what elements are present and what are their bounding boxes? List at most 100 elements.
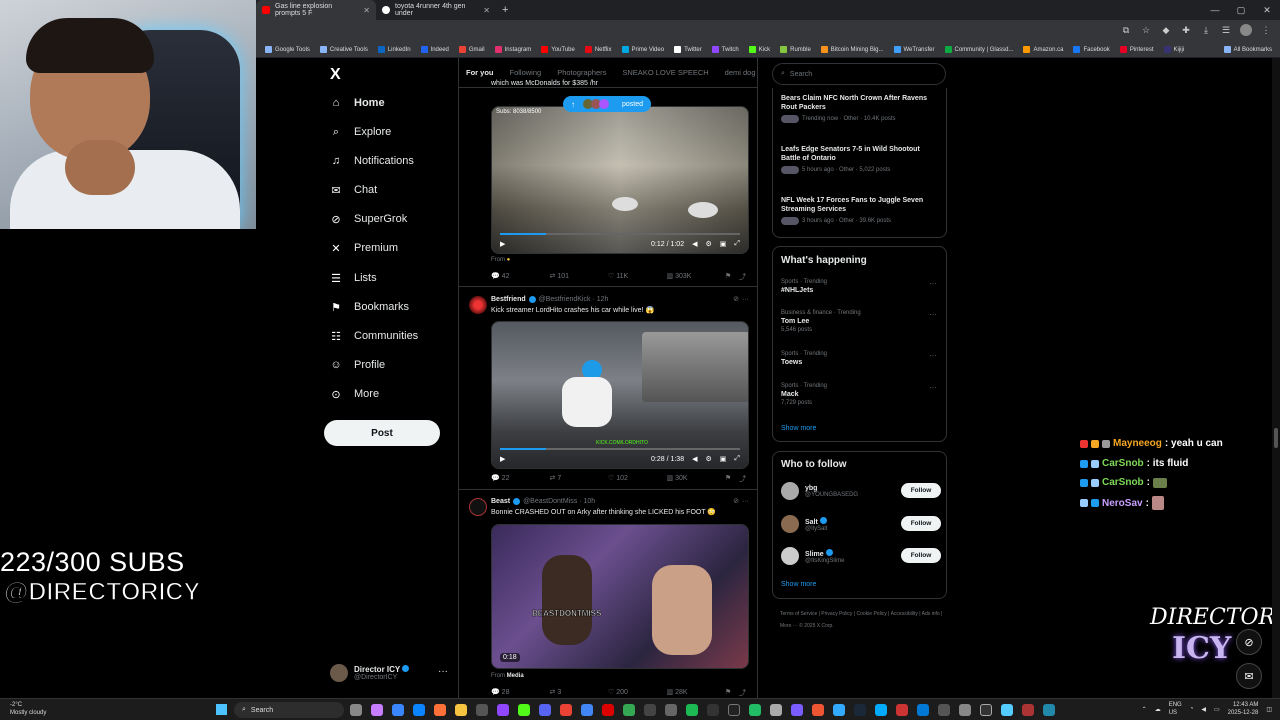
bookmark-link[interactable]: Twitch <box>707 46 744 53</box>
volume-icon[interactable]: ◀ <box>692 455 697 463</box>
repost-button[interactable]: ⇄ 3 <box>550 688 609 698</box>
play-icon[interactable]: ▶ <box>500 455 505 463</box>
app-icon[interactable] <box>665 704 677 716</box>
nav-home[interactable]: ⌂ Home <box>330 97 385 109</box>
follow-button[interactable]: Follow <box>901 483 941 498</box>
bookmark-folder[interactable]: Creative Tools <box>315 46 373 53</box>
trend-item[interactable]: Sports · Trending #NHLJets ··· <box>781 279 941 294</box>
grok-icon[interactable]: ⊘ <box>1236 629 1262 655</box>
app-icon[interactable] <box>476 704 488 716</box>
repost-button[interactable]: ⇄ 7 <box>550 474 609 484</box>
close-tab-icon[interactable]: ✕ <box>363 6 370 15</box>
reply-button[interactable]: 💬 28 <box>491 688 550 698</box>
app-icon[interactable] <box>644 704 656 716</box>
language-indicator[interactable]: ENG US <box>1169 701 1182 717</box>
bookmark-link[interactable]: Indeed <box>416 46 454 53</box>
nav-explore[interactable]: ⌕ Explore <box>330 126 391 139</box>
tweet-video[interactable]: BEASTDONTMISS 0:18 <box>491 524 749 669</box>
x-app-icon[interactable] <box>938 704 950 716</box>
browser-tab[interactable]: toyota 4runner 4th gen under ✕ <box>376 0 496 20</box>
nav-profile[interactable]: ☺ Profile <box>330 359 385 371</box>
trend-item[interactable]: Business & finance · Trending Tom Lee 5,… <box>781 310 941 333</box>
chrome-icon[interactable] <box>581 704 593 716</box>
follow-suggestion[interactable]: Salt @IlySalt Follow <box>781 513 941 535</box>
close-tab-icon[interactable]: ✕ <box>483 6 490 15</box>
browser-tab[interactable]: Gas line explosion prompts 5 F ✕ <box>256 0 376 20</box>
more-options-icon[interactable]: ··· <box>929 351 937 360</box>
bookmark-link[interactable]: LinkedIn <box>373 46 416 53</box>
more-options-icon[interactable]: ··· <box>742 498 749 505</box>
tab-sneako[interactable]: SNEAKO LOVE SPEECH <box>622 68 708 77</box>
all-bookmarks[interactable]: All Bookmarks <box>1219 46 1280 53</box>
like-button[interactable]: ♡ 102 <box>608 474 667 484</box>
bookmark-link[interactable]: Amazon.ca <box>1018 46 1068 53</box>
views-button[interactable]: ▥ 303K <box>667 272 726 282</box>
nav-lists[interactable]: ☰ Lists <box>330 272 377 285</box>
new-tab-button[interactable]: + <box>496 4 514 16</box>
minimize-icon[interactable]: — <box>1202 5 1228 15</box>
volume-icon[interactable]: ◀ <box>692 240 697 248</box>
tab-following[interactable]: Following <box>510 68 542 77</box>
bookmark-link[interactable]: Prime Video <box>617 46 670 53</box>
more-options-icon[interactable]: ··· <box>438 666 448 677</box>
star-icon[interactable]: ☆ <box>1140 24 1152 36</box>
profile-avatar[interactable] <box>1240 24 1252 36</box>
folder-icon[interactable] <box>455 704 467 716</box>
nav-more[interactable]: ⊙ More <box>330 388 379 401</box>
from-link[interactable]: Media <box>507 673 524 679</box>
app-icon[interactable] <box>1001 704 1013 716</box>
share-icon[interactable]: ⤴ <box>739 474 749 484</box>
nav-communities[interactable]: ☷ Communities <box>330 330 418 343</box>
account-switcher[interactable]: Director ICY @DirectorICY ··· <box>330 662 450 684</box>
app-icon[interactable] <box>1043 704 1055 716</box>
app-icon[interactable] <box>980 704 992 716</box>
fullscreen-icon[interactable]: ⤢ <box>734 455 740 463</box>
grok-icon[interactable]: ⊘ <box>733 295 739 303</box>
wifi-icon[interactable]: ◔ <box>1190 706 1194 712</box>
app-icon[interactable] <box>959 704 971 716</box>
author-handle[interactable]: @BeastDontMiss · 10h <box>523 498 595 505</box>
task-view-icon[interactable] <box>350 704 362 716</box>
author-handle[interactable]: @BestfriendKick · 12h <box>539 296 609 303</box>
install-icon[interactable]: ⧉ <box>1120 24 1132 36</box>
nav-premium[interactable]: ✕ Premium <box>330 242 398 255</box>
bookmark-link[interactable]: YouTube <box>536 46 580 53</box>
share-icon[interactable]: ⤴ <box>739 688 749 698</box>
news-item[interactable]: Bears Claim NFC North Crown After Ravens… <box>781 94 941 123</box>
app-icon[interactable] <box>623 704 635 716</box>
nav-supergrok[interactable]: ⊘ SuperGrok <box>330 213 407 226</box>
app-icon[interactable] <box>728 704 740 716</box>
bookmark-link[interactable]: Kijiji <box>1159 46 1190 53</box>
app-icon[interactable] <box>560 704 572 716</box>
views-button[interactable]: ▥ 28K <box>667 688 726 698</box>
bookmark-folder[interactable]: Google Tools <box>260 46 315 53</box>
edge-icon[interactable] <box>413 704 425 716</box>
nav-notifications[interactable]: ♫ Notifications <box>330 155 414 167</box>
bookmark-link[interactable]: Netflix <box>580 46 617 53</box>
volume-icon[interactable]: ◀ <box>1201 706 1206 713</box>
settings-icon[interactable]: ⚙ <box>705 240 711 248</box>
menu-icon[interactable]: ☰ <box>1220 24 1232 36</box>
bookmark-link[interactable]: Facebook <box>1068 46 1114 53</box>
author-name[interactable]: Beast <box>491 498 510 505</box>
bookmark-link[interactable]: Gmail <box>454 46 490 53</box>
mail-icon[interactable]: ✉ <box>1236 663 1262 689</box>
footer-links[interactable]: Terms of Service | Privacy Policy | Cook… <box>780 608 945 632</box>
play-icon[interactable]: ▶ <box>500 240 505 248</box>
tab-demi-dog[interactable]: demi dog <box>725 68 756 77</box>
close-window-icon[interactable]: ✕ <box>1254 5 1280 16</box>
more-options-icon[interactable]: ··· <box>929 383 937 392</box>
bookmark-link[interactable]: Pinterest <box>1115 46 1159 53</box>
bookmark-link[interactable]: WeTransfer <box>889 46 940 53</box>
windows-start-icon[interactable] <box>216 704 227 715</box>
bookmark-link[interactable]: Community | Glassd... <box>940 46 1019 53</box>
app-icon[interactable] <box>896 704 908 716</box>
nav-chat[interactable]: ✉ Chat <box>330 184 377 197</box>
bookmark-icon[interactable]: ⚑ <box>725 272 739 282</box>
nav-bookmarks[interactable]: ⚑ Bookmarks <box>330 301 409 314</box>
repost-button[interactable]: ⇄ 101 <box>550 272 609 282</box>
download-icon[interactable]: ⤓ <box>1200 24 1212 36</box>
notification-icon[interactable]: ◫ <box>1266 706 1272 713</box>
app-icon[interactable] <box>833 704 845 716</box>
app-icon[interactable] <box>392 704 404 716</box>
